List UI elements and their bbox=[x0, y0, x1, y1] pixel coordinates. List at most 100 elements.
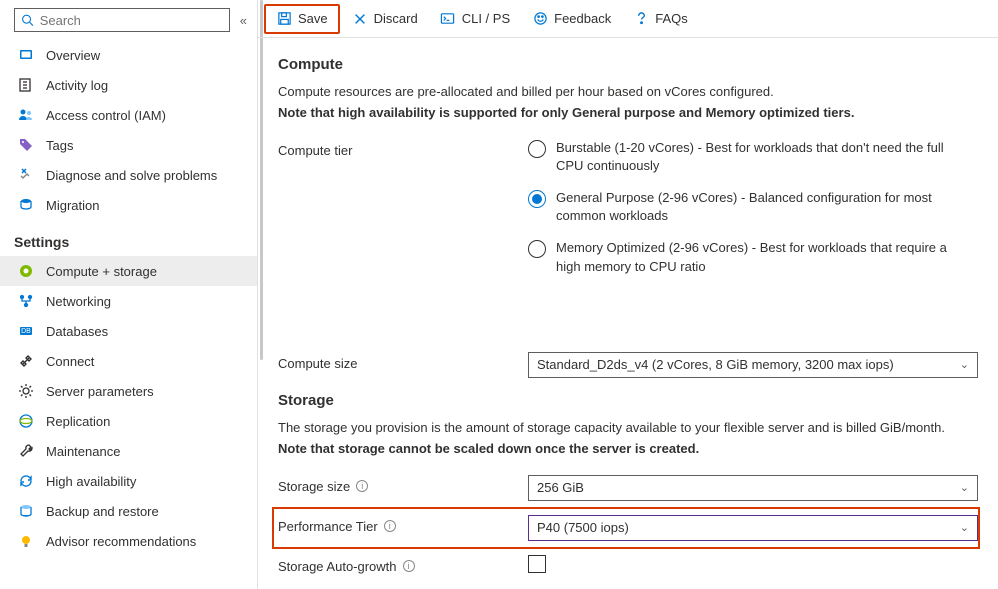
radio-label: General Purpose (2-96 vCores) - Balanced… bbox=[556, 189, 956, 225]
compute-title: Compute bbox=[278, 56, 978, 73]
databases-icon: DB bbox=[18, 323, 34, 339]
nav-access-control[interactable]: Access control (IAM) bbox=[0, 100, 257, 130]
faqs-button[interactable]: FAQs bbox=[623, 6, 698, 32]
compute-size-select[interactable]: Standard_D2ds_v4 (2 vCores, 8 GiB memory… bbox=[528, 352, 978, 378]
button-label: Feedback bbox=[554, 11, 611, 26]
toolbar: Save Discard CLI / PS Feedback FAQs bbox=[258, 0, 998, 38]
storage-title: Storage bbox=[278, 392, 978, 409]
nav-connect[interactable]: Connect bbox=[0, 346, 257, 376]
search-box[interactable] bbox=[14, 8, 230, 32]
nav-replication[interactable]: Replication bbox=[0, 406, 257, 436]
diagnose-icon bbox=[18, 167, 34, 183]
nav-label: Compute + storage bbox=[46, 264, 157, 279]
radio-icon bbox=[528, 240, 546, 258]
radio-burstable[interactable]: Burstable (1-20 vCores) - Best for workl… bbox=[528, 139, 978, 175]
storage-note: Note that storage cannot be scaled down … bbox=[278, 440, 978, 459]
nav-diagnose[interactable]: Diagnose and solve problems bbox=[0, 160, 257, 190]
nav-advisor[interactable]: Advisor recommendations bbox=[0, 526, 257, 556]
networking-icon bbox=[18, 293, 34, 309]
chevron-down-icon: ⌄ bbox=[960, 481, 969, 494]
info-icon[interactable]: i bbox=[356, 480, 368, 492]
radio-memory-optimized[interactable]: Memory Optimized (2-96 vCores) - Best fo… bbox=[528, 239, 978, 275]
search-icon bbox=[21, 13, 34, 27]
nav-compute-storage[interactable]: Compute + storage bbox=[0, 256, 257, 286]
nav-label: High availability bbox=[46, 474, 136, 489]
save-icon bbox=[276, 11, 292, 27]
high-availability-icon bbox=[18, 473, 34, 489]
feedback-icon bbox=[532, 11, 548, 27]
performance-tier-select[interactable]: P40 (7500 iops) ⌄ bbox=[528, 515, 978, 541]
save-button[interactable]: Save bbox=[264, 4, 340, 34]
button-label: CLI / PS bbox=[462, 11, 510, 26]
nav-label: Overview bbox=[46, 48, 100, 63]
compute-size-row: Compute size Standard_D2ds_v4 (2 vCores,… bbox=[278, 352, 978, 378]
settings-header: Settings bbox=[0, 220, 257, 256]
nav-backup-restore[interactable]: Backup and restore bbox=[0, 496, 257, 526]
compute-storage-icon bbox=[18, 263, 34, 279]
nav-tags[interactable]: Tags bbox=[0, 130, 257, 160]
nav-label: Access control (IAM) bbox=[46, 108, 166, 123]
storage-size-select[interactable]: 256 GiB ⌄ bbox=[528, 475, 978, 501]
nav-server-parameters[interactable]: Server parameters bbox=[0, 376, 257, 406]
compute-tier-row: Compute tier Burstable (1-20 vCores) - B… bbox=[278, 139, 978, 290]
nav-networking[interactable]: Networking bbox=[0, 286, 257, 316]
main: Save Discard CLI / PS Feedback FAQs Comp… bbox=[258, 0, 998, 589]
chevron-down-icon: ⌄ bbox=[960, 358, 969, 371]
performance-tier-label: Performance Tier i bbox=[278, 515, 528, 534]
svg-text:DB: DB bbox=[21, 328, 31, 335]
nav-label: Backup and restore bbox=[46, 504, 159, 519]
discard-button[interactable]: Discard bbox=[342, 6, 428, 32]
nav-label: Advisor recommendations bbox=[46, 534, 196, 549]
backup-restore-icon bbox=[18, 503, 34, 519]
nav-label: Databases bbox=[46, 324, 108, 339]
info-icon[interactable]: i bbox=[384, 520, 396, 532]
nav-activity-log[interactable]: Activity log bbox=[0, 70, 257, 100]
compute-tier-label: Compute tier bbox=[278, 139, 528, 158]
content: Compute Compute resources are pre-alloca… bbox=[258, 38, 998, 589]
feedback-button[interactable]: Feedback bbox=[522, 6, 621, 32]
nav-label: Maintenance bbox=[46, 444, 120, 459]
nav-label: Diagnose and solve problems bbox=[46, 168, 217, 183]
radio-label: Burstable (1-20 vCores) - Best for workl… bbox=[556, 139, 956, 175]
nav-migration[interactable]: Migration bbox=[0, 190, 257, 220]
radio-icon bbox=[528, 190, 546, 208]
nav-overview[interactable]: Overview bbox=[0, 40, 257, 70]
connect-icon bbox=[18, 353, 34, 369]
select-value: 256 GiB bbox=[537, 480, 584, 495]
button-label: Save bbox=[298, 11, 328, 26]
nav-high-availability[interactable]: High availability bbox=[0, 466, 257, 496]
select-value: Standard_D2ds_v4 (2 vCores, 8 GiB memory… bbox=[537, 357, 894, 372]
info-icon[interactable]: i bbox=[403, 560, 415, 572]
performance-tier-row: Performance Tier i P40 (7500 iops) ⌄ bbox=[278, 511, 978, 545]
nav-list: Overview Activity log Access control (IA… bbox=[0, 40, 257, 589]
activity-log-icon bbox=[18, 77, 34, 93]
sidebar: « Overview Activity log Access control (… bbox=[0, 0, 258, 589]
button-label: FAQs bbox=[655, 11, 688, 26]
select-value: P40 (7500 iops) bbox=[537, 520, 629, 535]
nav-label: Networking bbox=[46, 294, 111, 309]
nav-databases[interactable]: DB Databases bbox=[0, 316, 257, 346]
radio-general-purpose[interactable]: General Purpose (2-96 vCores) - Balanced… bbox=[528, 189, 978, 225]
compute-size-label: Compute size bbox=[278, 352, 528, 371]
replication-icon bbox=[18, 413, 34, 429]
storage-auto-growth-label: Storage Auto-growth i bbox=[278, 555, 528, 574]
cli-icon bbox=[440, 11, 456, 27]
nav-label: Replication bbox=[46, 414, 110, 429]
advisor-icon bbox=[18, 533, 34, 549]
radio-icon bbox=[528, 140, 546, 158]
overview-icon bbox=[18, 47, 34, 63]
compute-note: Note that high availability is supported… bbox=[278, 104, 978, 123]
radio-label: Memory Optimized (2-96 vCores) - Best fo… bbox=[556, 239, 956, 275]
storage-size-label: Storage size i bbox=[278, 475, 528, 494]
nav-maintenance[interactable]: Maintenance bbox=[0, 436, 257, 466]
storage-size-row: Storage size i 256 GiB ⌄ bbox=[278, 475, 978, 501]
storage-auto-growth-checkbox[interactable] bbox=[528, 555, 546, 573]
access-control-icon bbox=[18, 107, 34, 123]
cli-button[interactable]: CLI / PS bbox=[430, 6, 520, 32]
collapse-sidebar-button[interactable]: « bbox=[240, 13, 247, 28]
storage-desc: The storage you provision is the amount … bbox=[278, 419, 978, 438]
search-input[interactable] bbox=[40, 13, 223, 28]
discard-icon bbox=[352, 11, 368, 27]
compute-desc: Compute resources are pre-allocated and … bbox=[278, 83, 978, 102]
maintenance-icon bbox=[18, 443, 34, 459]
